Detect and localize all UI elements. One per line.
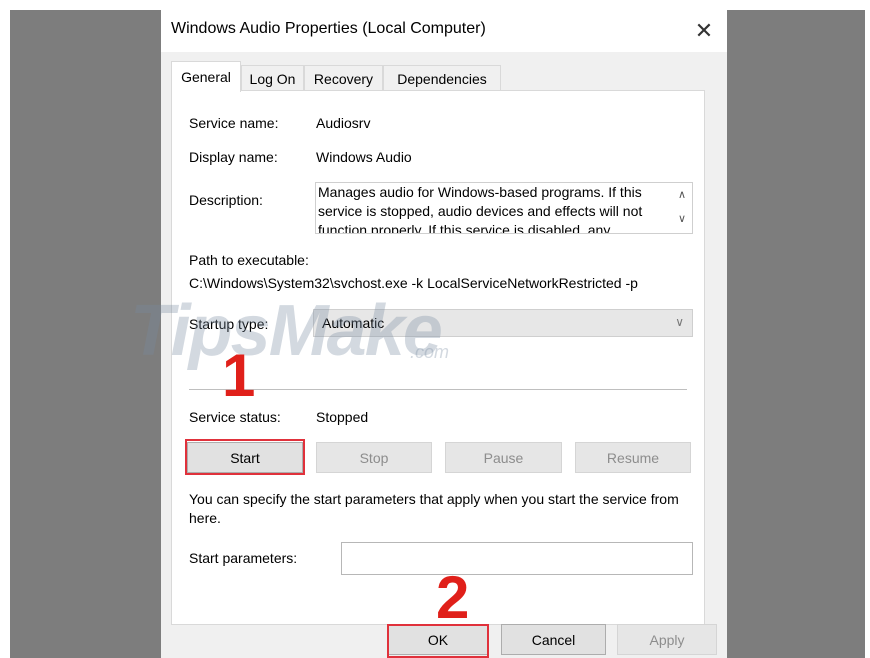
watermark-suffix: .com <box>410 342 450 362</box>
tab-recovery[interactable]: Recovery <box>304 65 383 91</box>
watermark-logo: TipsMake <box>130 291 443 371</box>
scroll-down-icon[interactable]: ∨ <box>672 209 692 227</box>
service-name-value[interactable]: Audiosrv <box>316 115 370 131</box>
section-divider <box>189 389 687 390</box>
tab-dependencies[interactable]: Dependencies <box>383 65 501 91</box>
chevron-down-icon: ∨ <box>675 315 684 329</box>
title-bar: Windows Audio Properties (Local Computer… <box>161 10 727 52</box>
desktop-background-right <box>727 10 865 658</box>
close-icon[interactable]: ✕ <box>681 10 727 52</box>
service-status-label: Service status: <box>189 409 281 425</box>
resume-button[interactable]: Resume <box>575 442 691 473</box>
apply-button[interactable]: Apply <box>617 624 717 655</box>
window-title: Windows Audio Properties (Local Computer… <box>171 20 486 37</box>
pause-button[interactable]: Pause <box>445 442 562 473</box>
start-button-highlight <box>185 439 305 475</box>
description-scrollbar[interactable]: ∧ ∨ <box>672 183 692 233</box>
service-name-label: Service name: <box>189 115 279 131</box>
tab-general[interactable]: General <box>171 61 241 92</box>
path-value[interactable]: C:\Windows\System32\svchost.exe -k Local… <box>189 275 638 291</box>
description-text: Manages audio for Windows-based programs… <box>318 184 643 234</box>
description-field[interactable]: Manages audio for Windows-based programs… <box>315 182 693 234</box>
path-label: Path to executable: <box>189 252 309 268</box>
cancel-button[interactable]: Cancel <box>501 624 606 655</box>
start-parameters-input[interactable] <box>341 542 693 575</box>
service-status-value: Stopped <box>316 409 369 425</box>
description-label: Description: <box>189 192 263 208</box>
start-parameters-label: Start parameters: <box>189 550 298 566</box>
start-parameters-help-text: You can specify the start parameters tha… <box>189 491 679 526</box>
display-name-value[interactable]: Windows Audio <box>316 149 412 165</box>
stop-button[interactable]: Stop <box>316 442 432 473</box>
display-name-label: Display name: <box>189 149 278 165</box>
step-number-2: 2 <box>436 564 470 631</box>
step-number-1: 1 <box>222 342 256 409</box>
scroll-up-icon[interactable]: ∧ <box>672 185 692 203</box>
tab-log-on[interactable]: Log On <box>241 65 304 91</box>
